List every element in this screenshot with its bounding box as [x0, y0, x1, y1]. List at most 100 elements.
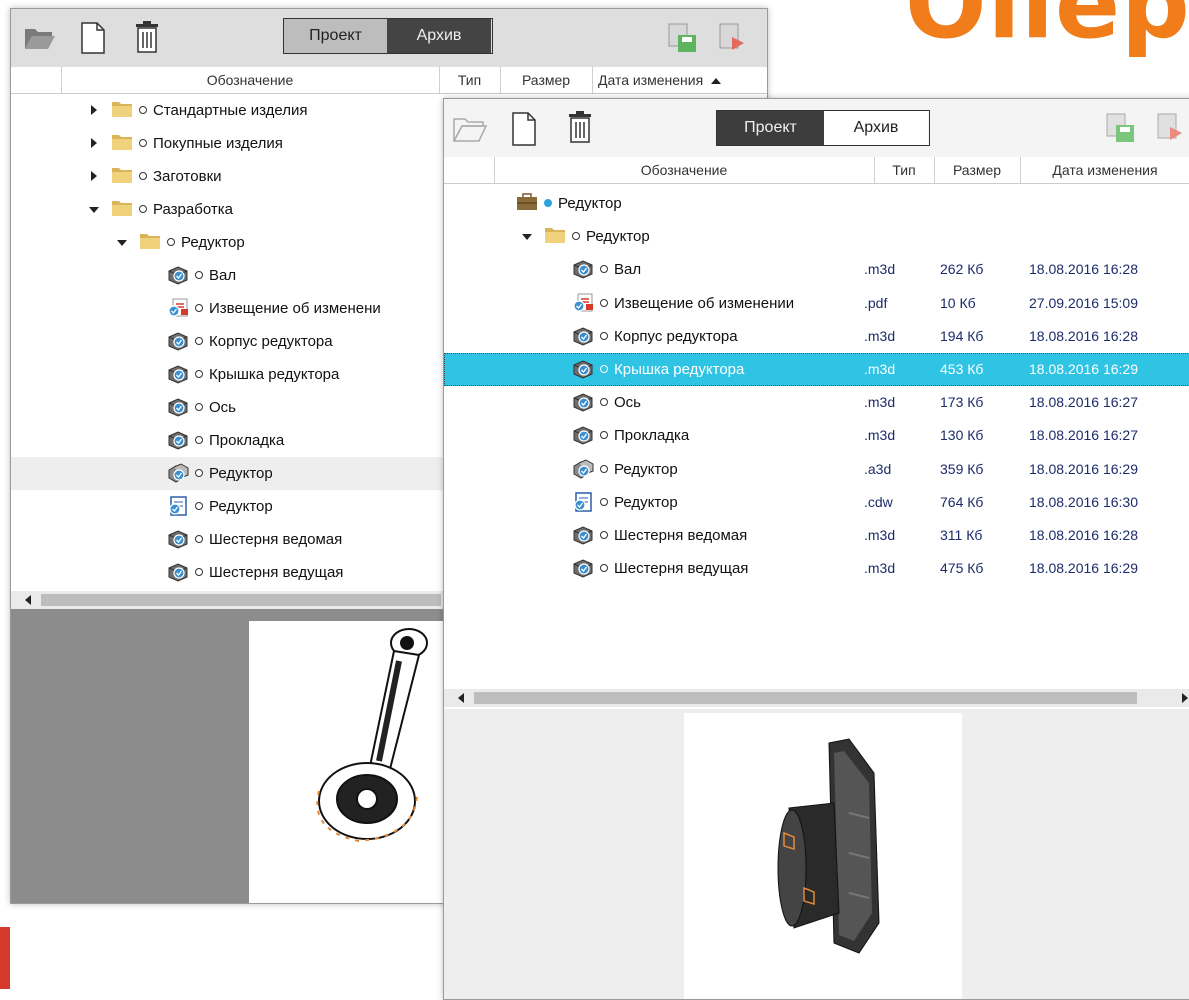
status-dot — [544, 199, 552, 207]
part-icon — [167, 397, 188, 417]
tree-row-label: Ось — [209, 399, 236, 416]
cell-size: 130 Кб — [940, 427, 984, 444]
status-dot — [195, 469, 203, 477]
tree-row-label: Редуктор — [614, 460, 678, 478]
status-dot — [600, 298, 608, 307]
part-icon — [167, 265, 188, 285]
cell-size: 359 Кб — [940, 460, 984, 477]
cell-size: 764 Кб — [940, 493, 984, 510]
column-date[interactable]: Дата изменения — [592, 67, 767, 93]
cell-date: 18.08.2016 16:30 — [1029, 493, 1138, 510]
part-icon — [572, 425, 593, 445]
expand-arrow-icon[interactable] — [91, 171, 97, 181]
scroll-left-icon[interactable] — [25, 595, 31, 605]
tree-row-label: Редуктор — [181, 234, 245, 251]
scrollbar-thumb[interactable] — [474, 692, 1137, 704]
column-size[interactable]: Размер — [934, 157, 1021, 183]
background-red-mark — [0, 927, 10, 989]
status-dot — [139, 205, 147, 213]
tree-row[interactable]: Редуктор .cdw 764 Кб 18.08.2016 16:30 — [444, 486, 1189, 519]
status-dot — [600, 331, 608, 340]
cell-type: .m3d — [864, 394, 896, 411]
cell-date: 18.08.2016 16:29 — [1029, 460, 1138, 477]
trash-icon[interactable] — [566, 107, 594, 147]
scroll-left-icon[interactable] — [458, 693, 464, 703]
tree-row[interactable]: Редуктор — [444, 220, 1189, 253]
tree-row-label: Вал — [614, 261, 642, 279]
folder-open-icon[interactable] — [452, 111, 488, 147]
tree-row-label: Прокладка — [614, 427, 690, 445]
status-dot — [195, 535, 203, 543]
tree-row[interactable]: Шестерня ведущая .m3d 475 Кб 18.08.2016 16:… — [444, 552, 1189, 585]
new-file-icon[interactable] — [510, 109, 538, 149]
tab-project[interactable]: Проект — [717, 111, 824, 145]
part-icon — [167, 331, 188, 351]
status-dot — [195, 337, 203, 345]
column-size[interactable]: Размер — [500, 67, 593, 93]
tree-row-label: Покупные изделия — [153, 135, 283, 152]
tree-row[interactable]: Прокладка .m3d 130 Кб 18.08.2016 16:27 — [444, 419, 1189, 452]
tree-row[interactable]: Корпус редуктора .m3d 194 Кб 18.08.2016 16:… — [444, 320, 1189, 353]
expand-arrow-icon[interactable] — [91, 105, 97, 115]
tab-archive[interactable]: Архив — [387, 19, 491, 53]
tree-row[interactable]: Извещение об изменении .pdf 10 Кб 27.09.201… — [444, 287, 1189, 320]
cell-type: .m3d — [864, 261, 896, 278]
new-file-icon[interactable] — [79, 19, 107, 57]
column-type[interactable]: Тип — [439, 67, 501, 93]
preview-panel — [444, 709, 1189, 999]
sort-ascending-icon — [711, 78, 722, 85]
expand-arrow-icon[interactable] — [91, 138, 97, 148]
part-icon — [167, 430, 188, 450]
cell-type: .m3d — [864, 327, 896, 344]
collapse-arrow-icon[interactable] — [522, 234, 532, 241]
cell-size: 453 Кб — [940, 361, 984, 377]
folder-icon — [111, 166, 132, 186]
tree-row-label: Корпус редуктора — [614, 327, 738, 345]
cell-size: 475 Кб — [940, 560, 984, 577]
column-header: Обозначение Тип Размер Дата изменения — [11, 67, 767, 94]
column-name[interactable]: Обозначение — [61, 67, 440, 93]
collapse-arrow-icon[interactable] — [89, 207, 99, 213]
tree-row-label: Вал — [209, 267, 237, 284]
collapse-arrow-icon[interactable] — [117, 240, 127, 246]
tree-row-label: Шестерня ведущая — [209, 564, 344, 581]
cell-size: 10 Кб — [940, 294, 976, 311]
trash-icon[interactable] — [133, 17, 161, 57]
tree-row-label: Извещение об изменении — [614, 294, 795, 312]
column-type[interactable]: Тип — [874, 157, 935, 183]
cell-date: 18.08.2016 16:29 — [1029, 560, 1138, 577]
tree-row[interactable]: Крышка редуктора .m3d 453 Кб 18.08.2016 16:… — [444, 353, 1189, 386]
preview-image — [684, 713, 962, 999]
cell-size: 194 Кб — [940, 327, 984, 344]
column-date[interactable]: Дата изменения — [1020, 157, 1189, 183]
save-icon[interactable] — [1104, 111, 1138, 145]
tree-row-label: Извещение об изменени — [209, 300, 381, 317]
status-dot — [167, 238, 175, 246]
folder-open-icon[interactable] — [23, 21, 57, 55]
tree-row[interactable]: Ось .m3d 173 Кб 18.08.2016 16:27 — [444, 386, 1189, 419]
export-icon[interactable] — [1154, 111, 1188, 145]
tree-row-label: Крышка редуктора — [614, 361, 745, 378]
tree-row-label: Разработка — [153, 201, 233, 218]
tree-row[interactable]: Шестерня ведомая .m3d 311 Кб 18.08.2016 16:… — [444, 519, 1189, 552]
scrollbar-thumb[interactable] — [41, 594, 441, 606]
tree-row-label: Корпус редуктора — [209, 333, 333, 350]
status-dot — [195, 304, 203, 312]
export-icon[interactable] — [716, 21, 750, 55]
save-icon[interactable] — [666, 21, 700, 55]
tree-row[interactable]: Редуктор — [444, 187, 1189, 220]
tree-row[interactable]: Редуктор .a3d 359 Кб 18.08.2016 16:29 — [444, 453, 1189, 486]
scroll-right-icon[interactable] — [1182, 693, 1188, 703]
horizontal-scrollbar[interactable] — [444, 689, 1189, 707]
column-name[interactable]: Обозначение — [494, 157, 875, 183]
tree-row-label: Прокладка — [209, 432, 285, 449]
tab-project[interactable]: Проект — [284, 19, 387, 53]
part-icon — [572, 326, 593, 346]
tab-archive[interactable]: Архив — [824, 111, 928, 145]
column-header: Обозначение Тип Размер Дата изменения — [444, 157, 1189, 184]
cell-type: .m3d — [864, 560, 896, 577]
pdf-icon — [572, 293, 593, 313]
tree-row[interactable]: Вал .m3d 262 Кб 18.08.2016 16:28 — [444, 253, 1189, 286]
cell-date: 27.09.2016 15:09 — [1029, 294, 1138, 311]
cell-type: .m3d — [864, 361, 896, 377]
